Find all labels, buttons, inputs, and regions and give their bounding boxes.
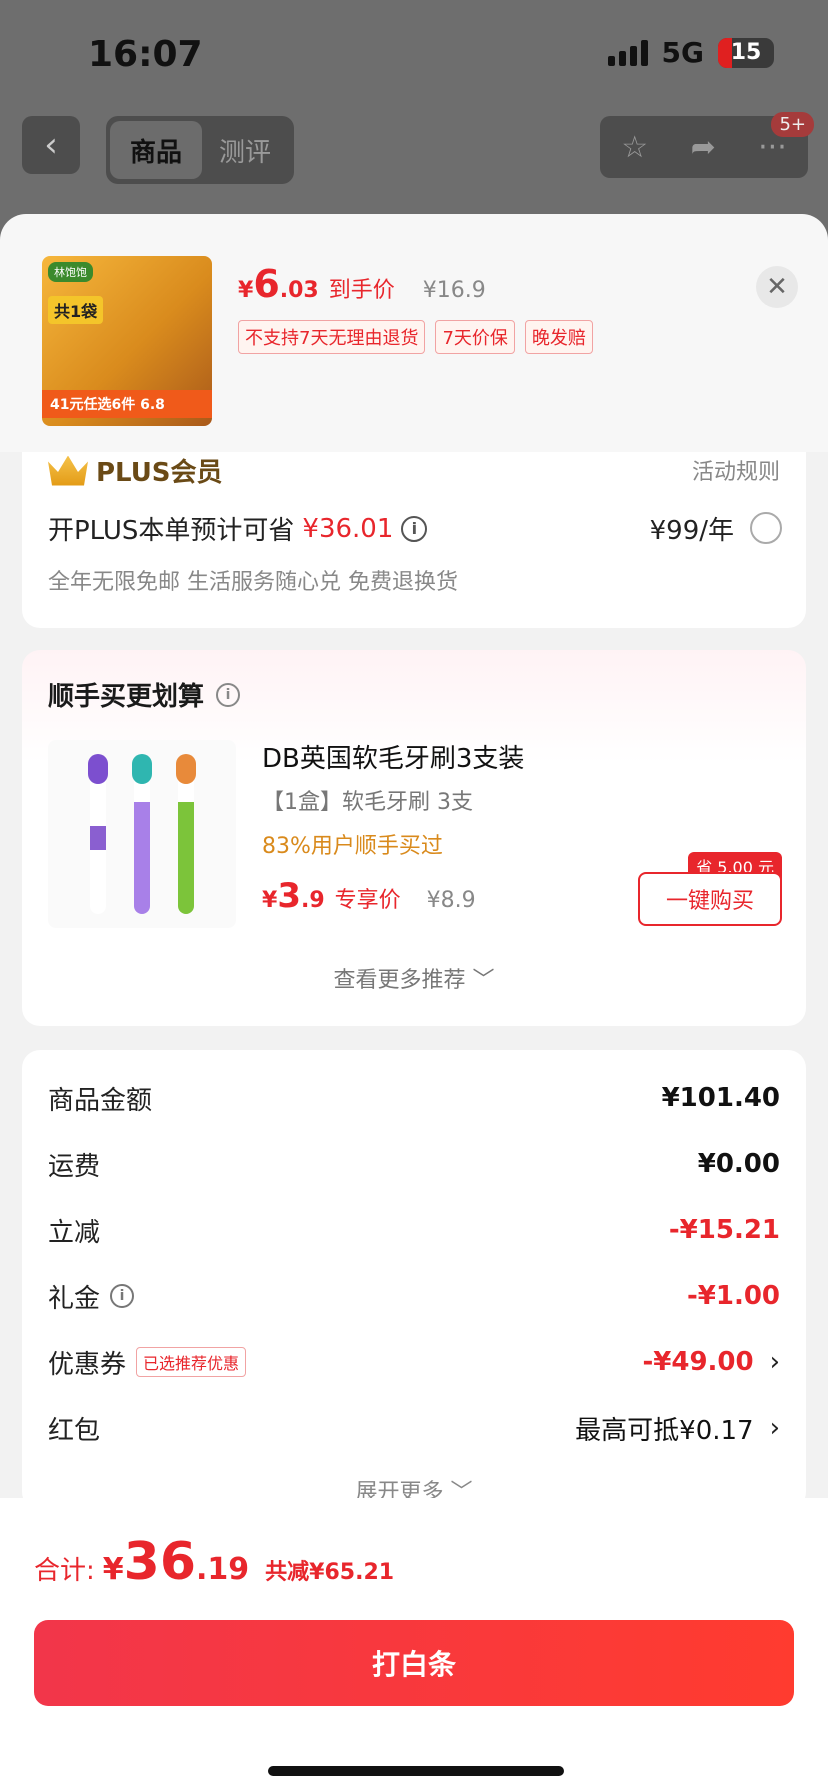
info-icon[interactable]: i [401, 515, 428, 542]
plus-benefits: 全年无限免邮 生活服务随心兑 免费退换货 [48, 570, 458, 595]
back-button[interactable]: ‹ [22, 116, 80, 174]
checkout-bar: 合计: ¥36.19 共减¥65.21 打白条 [0, 1498, 828, 1792]
summary-row-gift: 礼金 i -¥1.00 [48, 1276, 780, 1316]
plus-rules-link[interactable]: 活动规则 [692, 454, 780, 486]
plus-title: PLUS会员 [48, 452, 223, 489]
summary-row-shipping: 运费 ¥0.00 [48, 1144, 780, 1184]
info-icon[interactable]: i [110, 1284, 135, 1308]
final-price-label: 到手价 [328, 278, 395, 303]
summary-value: -¥49.00 › [642, 1347, 780, 1377]
total-discount: 共减¥65.21 [265, 1560, 395, 1585]
summary-row-coupon[interactable]: 优惠券 已选推荐优惠 -¥49.00 › [48, 1342, 780, 1382]
final-price: ¥6.03 [238, 262, 319, 306]
battery-level: 15 [730, 40, 762, 65]
coupon-selected-pill: 已选推荐优惠 [136, 1347, 247, 1377]
summary-value: -¥1.00 [686, 1281, 780, 1311]
addon-product-name[interactable]: DB英国软毛牙刷3支装 [262, 738, 524, 775]
summary-label: 红包 [48, 1415, 101, 1446]
addon-social-proof: 83%用户顺手买过 [262, 834, 443, 859]
plus-estimate-prefix: 开PLUS本单预计可省 [48, 516, 295, 546]
message-badge: 5+ [771, 112, 814, 137]
summary-label: 商品金额 [48, 1085, 153, 1116]
summary-label: 礼金 i [48, 1278, 135, 1315]
summary-label: 优惠券 已选推荐优惠 [48, 1344, 247, 1381]
summary-label: 运费 [48, 1151, 101, 1182]
summary-row-goods: 商品金额 ¥101.40 [48, 1078, 780, 1118]
summary-value: -¥15.21 [668, 1215, 780, 1245]
service-tags: 不支持7天无理由退货 7天价保 晚发赔 [238, 320, 593, 354]
toothbrush-teal [132, 754, 152, 914]
plus-estimate: 开PLUS本单预计可省 ¥36.01 i [48, 510, 428, 547]
tab-review[interactable]: 测评 [202, 121, 288, 179]
plus-card: PLUS会员 活动规则 开PLUS本单预计可省 ¥36.01 i ¥99/年 全年… [22, 452, 806, 628]
thumb-count: 共1袋 [48, 296, 104, 324]
more-recommendations[interactable]: 查看更多推荐 ﹀ [22, 962, 806, 994]
star-icon[interactable]: ☆ [621, 130, 648, 165]
thumb-brand: 林饱饱 [48, 262, 93, 282]
share-icon[interactable]: ➦ [691, 130, 716, 165]
summary-row-redpacket[interactable]: 红包 最高可抵¥0.17 › [48, 1408, 780, 1448]
nav-tabs: 商品 测评 [106, 116, 294, 184]
summary-value: ¥101.40 [661, 1083, 780, 1113]
toothbrush-purple [88, 754, 108, 914]
toothbrush-image[interactable] [48, 740, 236, 928]
toothbrush-green [176, 754, 196, 914]
chevron-right-icon: › [769, 1347, 780, 1377]
tag-no-return: 不支持7天无理由退货 [238, 320, 426, 354]
plus-fee: ¥99/年 [649, 516, 734, 546]
close-icon: ✕ [766, 272, 788, 302]
total-label: 合计: [34, 1556, 95, 1586]
addon-title: 顺手买更划算 i [48, 676, 241, 713]
addon-card: 顺手买更划算 i DB英国软毛牙刷3支装 【1盒】软毛牙刷 3支 83%用户顺手… [22, 650, 806, 1026]
addon-title-text: 顺手买更划算 [48, 682, 205, 712]
addon-price-row: ¥3.9 专享价 ¥8.9 [262, 876, 476, 916]
chevron-right-icon: › [769, 1413, 780, 1443]
total-amount: 合计: ¥36.19 共减¥65.21 [34, 1532, 394, 1592]
product-price-row: ¥6.03 到手价 ¥16.9 [238, 262, 486, 306]
addon-price-label: 专享价 [334, 888, 401, 913]
summary-value: ¥0.00 [697, 1149, 780, 1179]
home-indicator [268, 1766, 564, 1776]
addon-spec: 【1盒】软毛牙刷 3支 [262, 790, 473, 815]
thumb-offer: 41元任选6件 6.8 [42, 390, 212, 418]
chevron-left-icon: ‹ [44, 125, 58, 165]
network-type: 5G [661, 36, 704, 69]
tab-product[interactable]: 商品 [110, 121, 202, 179]
tag-late-compensate: 晚发赔 [524, 320, 593, 354]
signal-icon [607, 39, 648, 66]
plus-radio[interactable] [750, 512, 782, 544]
info-icon[interactable]: i [216, 682, 241, 707]
crown-icon [48, 455, 88, 486]
close-button[interactable]: ✕ [756, 266, 798, 308]
plus-name: PLUS会员 [96, 458, 223, 488]
pay-button[interactable]: 打白条 [34, 1620, 794, 1706]
battery-icon: 15 [718, 37, 774, 68]
plus-estimate-amount: ¥36.01 [302, 513, 394, 544]
summary-value: 最高可抵¥0.17 › [575, 1413, 780, 1446]
status-time: 16:07 [88, 34, 203, 75]
summary-row-discount: 立减 -¥15.21 [48, 1210, 780, 1250]
summary-label: 立减 [48, 1217, 101, 1248]
order-summary-card: 商品金额 ¥101.40 运费 ¥0.00 立减 -¥15.21 礼金 i -¥1… [22, 1050, 806, 1510]
addon-original-price: ¥8.9 [426, 888, 476, 913]
tag-price-protect: 7天价保 [435, 320, 515, 354]
total-price: ¥36.19 [102, 1532, 250, 1592]
product-thumbnail: 林饱饱 共1袋 41元任选6件 6.8 [42, 256, 212, 426]
status-indicators: 5G 15 [607, 36, 774, 69]
one-click-buy-button[interactable]: 一键购买 [638, 872, 782, 926]
addon-price: ¥3.9 [262, 876, 325, 916]
original-price: ¥16.9 [422, 278, 486, 303]
